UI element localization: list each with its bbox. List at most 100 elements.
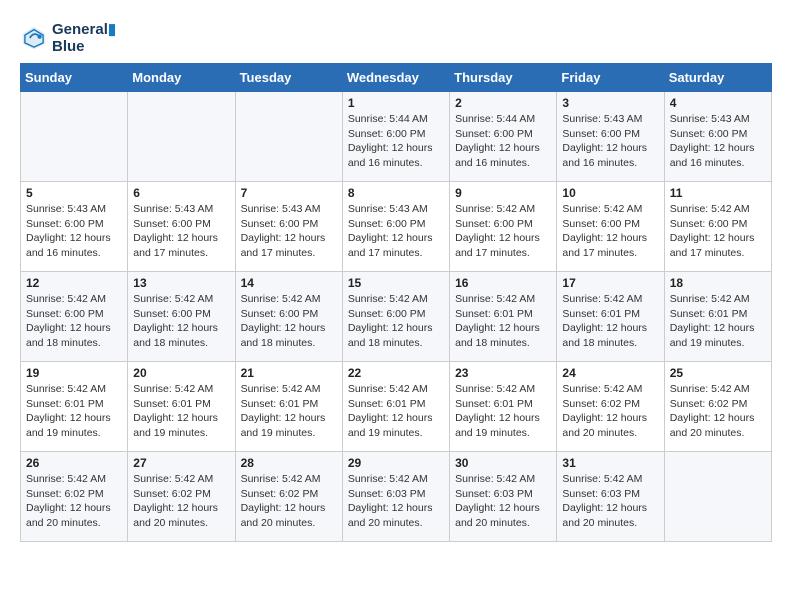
day-info: Sunrise: 5:42 AM Sunset: 6:01 PM Dayligh… bbox=[133, 382, 229, 441]
day-cell: 4 Sunrise: 5:43 AM Sunset: 6:00 PM Daylig… bbox=[664, 92, 771, 182]
day-number: 31 bbox=[562, 456, 658, 470]
day-cell: 12Sunrise: 5:42 AM Sunset: 6:00 PM Dayli… bbox=[21, 272, 128, 362]
day-cell: 31 Sunrise: 5:42 AM Sunset: 6:03 PM Dayli… bbox=[557, 452, 664, 542]
day-cell: 21 Sunrise: 5:42 AM Sunset: 6:01 PM Dayli… bbox=[235, 362, 342, 452]
day-info: Sunrise: 5:42 AM Sunset: 6:00 PM Dayligh… bbox=[133, 292, 229, 351]
day-number: 25 bbox=[670, 366, 766, 380]
day-info: Sunrise: 5:43 AM Sunset: 6:00 PM Dayligh… bbox=[133, 202, 229, 261]
header-row: SundayMondayTuesdayWednesdayThursdayFrid… bbox=[21, 64, 772, 92]
day-number: 26 bbox=[26, 456, 122, 470]
day-cell: 15 Sunrise: 5:42 AM Sunset: 6:00 PM Dayli… bbox=[342, 272, 449, 362]
logo-text: General▮ Blue bbox=[52, 20, 116, 55]
day-number: 20 bbox=[133, 366, 229, 380]
col-header-tuesday: Tuesday bbox=[235, 64, 342, 92]
day-number: 16 bbox=[455, 276, 551, 290]
day-info: Sunrise: 5:42 AM Sunset: 6:00 PM Dayligh… bbox=[455, 202, 551, 261]
day-number: 13 bbox=[133, 276, 229, 290]
day-info: Sunrise: 5:44 AM Sunset: 6:00 PM Dayligh… bbox=[348, 112, 444, 171]
day-info: Sunrise: 5:42 AM Sunset: 6:01 PM Dayligh… bbox=[562, 292, 658, 351]
day-info: Sunrise: 5:42 AM Sunset: 6:00 PM Dayligh… bbox=[348, 292, 444, 351]
day-number: 11 bbox=[670, 186, 766, 200]
day-info: Sunrise: 5:42 AM Sunset: 6:00 PM Dayligh… bbox=[241, 292, 337, 351]
day-info: Sunrise: 5:42 AM Sunset: 6:01 PM Dayligh… bbox=[26, 382, 122, 441]
day-info: Sunrise: 5:43 AM Sunset: 6:00 PM Dayligh… bbox=[241, 202, 337, 261]
day-cell: 16 Sunrise: 5:42 AM Sunset: 6:01 PM Dayli… bbox=[450, 272, 557, 362]
day-cell: 10Sunrise: 5:42 AM Sunset: 6:00 PM Dayli… bbox=[557, 182, 664, 272]
day-info: Sunrise: 5:42 AM Sunset: 6:02 PM Dayligh… bbox=[26, 472, 122, 531]
day-info: Sunrise: 5:42 AM Sunset: 6:01 PM Dayligh… bbox=[348, 382, 444, 441]
logo-icon bbox=[20, 24, 48, 52]
day-cell: 27 Sunrise: 5:42 AM Sunset: 6:02 PM Dayli… bbox=[128, 452, 235, 542]
day-cell: 6 Sunrise: 5:43 AM Sunset: 6:00 PM Daylig… bbox=[128, 182, 235, 272]
calendar-body: 1Sunrise: 5:44 AM Sunset: 6:00 PM Daylig… bbox=[21, 92, 772, 542]
day-info: Sunrise: 5:44 AM Sunset: 6:00 PM Dayligh… bbox=[455, 112, 551, 171]
day-cell: 13 Sunrise: 5:42 AM Sunset: 6:00 PM Dayli… bbox=[128, 272, 235, 362]
day-number: 14 bbox=[241, 276, 337, 290]
day-cell: 17Sunrise: 5:42 AM Sunset: 6:01 PM Dayli… bbox=[557, 272, 664, 362]
col-header-monday: Monday bbox=[128, 64, 235, 92]
day-cell: 28Sunrise: 5:42 AM Sunset: 6:02 PM Dayli… bbox=[235, 452, 342, 542]
week-row-1: 1Sunrise: 5:44 AM Sunset: 6:00 PM Daylig… bbox=[21, 92, 772, 182]
day-info: Sunrise: 5:42 AM Sunset: 6:00 PM Dayligh… bbox=[670, 202, 766, 261]
day-cell: 22 Sunrise: 5:42 AM Sunset: 6:01 PM Dayli… bbox=[342, 362, 449, 452]
day-cell bbox=[664, 452, 771, 542]
day-cell: 23 Sunrise: 5:42 AM Sunset: 6:01 PM Dayli… bbox=[450, 362, 557, 452]
day-number: 30 bbox=[455, 456, 551, 470]
day-cell bbox=[235, 92, 342, 182]
day-cell: 20 Sunrise: 5:42 AM Sunset: 6:01 PM Dayli… bbox=[128, 362, 235, 452]
week-row-3: 12Sunrise: 5:42 AM Sunset: 6:00 PM Dayli… bbox=[21, 272, 772, 362]
logo: General▮ Blue bbox=[20, 20, 116, 55]
day-cell: 30 Sunrise: 5:42 AM Sunset: 6:03 PM Dayli… bbox=[450, 452, 557, 542]
day-cell: 3 Sunrise: 5:43 AM Sunset: 6:00 PM Daylig… bbox=[557, 92, 664, 182]
day-number: 21 bbox=[241, 366, 337, 380]
day-info: Sunrise: 5:42 AM Sunset: 6:03 PM Dayligh… bbox=[562, 472, 658, 531]
day-number: 5 bbox=[26, 186, 122, 200]
day-cell: 24Sunrise: 5:42 AM Sunset: 6:02 PM Dayli… bbox=[557, 362, 664, 452]
day-cell: 26 Sunrise: 5:42 AM Sunset: 6:02 PM Dayli… bbox=[21, 452, 128, 542]
day-cell: 8 Sunrise: 5:43 AM Sunset: 6:00 PM Daylig… bbox=[342, 182, 449, 272]
day-cell: 9Sunrise: 5:42 AM Sunset: 6:00 PM Daylig… bbox=[450, 182, 557, 272]
day-info: Sunrise: 5:42 AM Sunset: 6:01 PM Dayligh… bbox=[670, 292, 766, 351]
day-info: Sunrise: 5:43 AM Sunset: 6:00 PM Dayligh… bbox=[348, 202, 444, 261]
day-number: 27 bbox=[133, 456, 229, 470]
day-cell: 29Sunrise: 5:42 AM Sunset: 6:03 PM Dayli… bbox=[342, 452, 449, 542]
day-info: Sunrise: 5:42 AM Sunset: 6:03 PM Dayligh… bbox=[348, 472, 444, 531]
day-info: Sunrise: 5:42 AM Sunset: 6:01 PM Dayligh… bbox=[241, 382, 337, 441]
day-number: 15 bbox=[348, 276, 444, 290]
week-row-4: 19 Sunrise: 5:42 AM Sunset: 6:01 PM Dayli… bbox=[21, 362, 772, 452]
col-header-wednesday: Wednesday bbox=[342, 64, 449, 92]
day-info: Sunrise: 5:43 AM Sunset: 6:00 PM Dayligh… bbox=[670, 112, 766, 171]
day-number: 18 bbox=[670, 276, 766, 290]
day-info: Sunrise: 5:42 AM Sunset: 6:01 PM Dayligh… bbox=[455, 292, 551, 351]
day-info: Sunrise: 5:42 AM Sunset: 6:03 PM Dayligh… bbox=[455, 472, 551, 531]
day-number: 19 bbox=[26, 366, 122, 380]
calendar-table: SundayMondayTuesdayWednesdayThursdayFrid… bbox=[20, 63, 772, 542]
day-info: Sunrise: 5:43 AM Sunset: 6:00 PM Dayligh… bbox=[26, 202, 122, 261]
day-cell: 5 Sunrise: 5:43 AM Sunset: 6:00 PM Daylig… bbox=[21, 182, 128, 272]
calendar-header: SundayMondayTuesdayWednesdayThursdayFrid… bbox=[21, 64, 772, 92]
col-header-friday: Friday bbox=[557, 64, 664, 92]
day-number: 6 bbox=[133, 186, 229, 200]
day-number: 24 bbox=[562, 366, 658, 380]
day-info: Sunrise: 5:42 AM Sunset: 6:02 PM Dayligh… bbox=[241, 472, 337, 531]
day-number: 7 bbox=[241, 186, 337, 200]
day-number: 4 bbox=[670, 96, 766, 110]
week-row-2: 5 Sunrise: 5:43 AM Sunset: 6:00 PM Daylig… bbox=[21, 182, 772, 272]
day-number: 22 bbox=[348, 366, 444, 380]
page-header: General▮ Blue bbox=[20, 20, 772, 55]
day-info: Sunrise: 5:42 AM Sunset: 6:01 PM Dayligh… bbox=[455, 382, 551, 441]
day-cell: 14 Sunrise: 5:42 AM Sunset: 6:00 PM Dayli… bbox=[235, 272, 342, 362]
col-header-sunday: Sunday bbox=[21, 64, 128, 92]
day-cell: 11 Sunrise: 5:42 AM Sunset: 6:00 PM Dayli… bbox=[664, 182, 771, 272]
day-cell: 7 Sunrise: 5:43 AM Sunset: 6:00 PM Daylig… bbox=[235, 182, 342, 272]
day-cell: 2Sunrise: 5:44 AM Sunset: 6:00 PM Daylig… bbox=[450, 92, 557, 182]
day-cell: 25 Sunrise: 5:42 AM Sunset: 6:02 PM Dayli… bbox=[664, 362, 771, 452]
day-cell: 19 Sunrise: 5:42 AM Sunset: 6:01 PM Dayli… bbox=[21, 362, 128, 452]
day-info: Sunrise: 5:42 AM Sunset: 6:02 PM Dayligh… bbox=[133, 472, 229, 531]
day-number: 3 bbox=[562, 96, 658, 110]
day-cell: 1Sunrise: 5:44 AM Sunset: 6:00 PM Daylig… bbox=[342, 92, 449, 182]
day-number: 8 bbox=[348, 186, 444, 200]
day-number: 23 bbox=[455, 366, 551, 380]
day-info: Sunrise: 5:43 AM Sunset: 6:00 PM Dayligh… bbox=[562, 112, 658, 171]
day-info: Sunrise: 5:42 AM Sunset: 6:02 PM Dayligh… bbox=[670, 382, 766, 441]
